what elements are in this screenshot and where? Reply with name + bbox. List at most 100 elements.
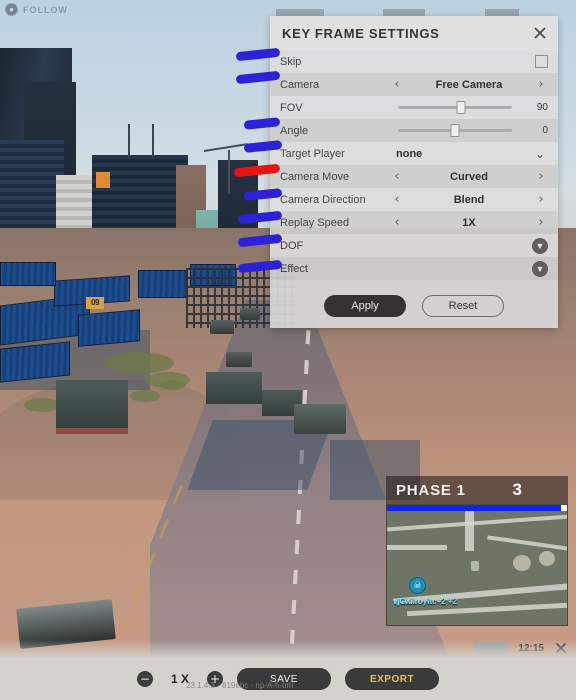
- chevron-right-icon[interactable]: ›: [534, 170, 548, 183]
- row-label: Effect: [280, 262, 308, 275]
- vehicle: [226, 352, 252, 367]
- phase-label: PHASE 1: [396, 481, 466, 499]
- row-label: Camera Move: [280, 170, 350, 183]
- solar-panel-array: [138, 270, 188, 298]
- phase-hud: PHASE 1 3: [386, 476, 568, 504]
- tab-placeholder: [276, 9, 324, 16]
- minimap-structure: [471, 561, 479, 571]
- camera-direction-value: Blend: [453, 193, 485, 206]
- chevron-right-icon[interactable]: ›: [534, 193, 548, 206]
- follow-label: FOLLOW: [23, 4, 68, 15]
- toolbar-fade: [0, 640, 576, 658]
- row-fov[interactable]: FOV 90: [270, 96, 558, 119]
- reset-button[interactable]: Reset: [422, 295, 504, 317]
- minimap-road: [487, 535, 567, 551]
- skip-checkbox[interactable]: [535, 55, 548, 68]
- angle-slider[interactable]: [398, 124, 512, 137]
- row-camera-direction[interactable]: Camera Direction ‹ Blend ›: [270, 188, 558, 211]
- row-camera[interactable]: Camera ‹ Free Camera ›: [270, 73, 558, 96]
- minimap-structure: [539, 551, 555, 566]
- foliage: [160, 380, 186, 390]
- chevron-right-icon[interactable]: ›: [534, 216, 548, 229]
- foliage: [24, 398, 60, 412]
- building-sign: [96, 172, 110, 188]
- row-label: FOV: [280, 101, 303, 114]
- row-label: Skip: [280, 55, 302, 68]
- minimap-structure: [513, 555, 531, 571]
- chevron-left-icon[interactable]: ‹: [390, 78, 404, 91]
- chevron-left-icon[interactable]: ‹: [390, 170, 404, 183]
- apply-button[interactable]: Apply: [324, 295, 406, 317]
- chevron-down-icon[interactable]: ⌄: [532, 147, 548, 161]
- skull-marker-icon[interactable]: ☠: [409, 577, 426, 594]
- tab-placeholder: [383, 9, 426, 16]
- minimap[interactable]: ☠ vjGkilroyitc+2 +2: [386, 504, 568, 626]
- row-target-player[interactable]: Target Player none ⌄: [270, 142, 558, 165]
- minimap-terrain: ☠ vjGkilroyitc+2 +2: [387, 511, 567, 625]
- vehicle: [240, 308, 260, 320]
- row-replay-speed[interactable]: Replay Speed ‹ 1X ›: [270, 211, 558, 234]
- solar-panel-array: [0, 262, 56, 286]
- dialog-footer: Apply Reset: [270, 284, 558, 328]
- structure-bunker: [56, 380, 128, 430]
- settings-rows: Skip Camera ‹ Free Camera › FOV 90 Angle…: [270, 50, 558, 284]
- row-label: Target Player: [280, 147, 345, 160]
- row-camera-move[interactable]: Camera Move ‹ Curved ›: [270, 165, 558, 188]
- person-follow-icon: ●: [5, 3, 18, 16]
- vehicle: [210, 320, 234, 334]
- structure-base: [56, 428, 128, 434]
- dialog-header: KEY FRAME SETTINGS: [270, 16, 558, 50]
- plus-circle-icon[interactable]: +: [207, 671, 223, 687]
- dof-expand-chevron-down-icon[interactable]: ▼: [532, 237, 548, 254]
- camera-move-value: Curved: [450, 170, 488, 183]
- tab-placeholder: [484, 9, 519, 16]
- zoom-value: 1 X: [170, 672, 189, 686]
- export-button[interactable]: EXPORT: [345, 668, 439, 690]
- row-dof[interactable]: DOF ▼: [270, 234, 558, 257]
- crane-mast: [228, 150, 230, 194]
- fov-value: 90: [536, 102, 548, 113]
- follow-hud: ● FOLLOW: [5, 3, 68, 16]
- row-label: Camera Direction: [280, 193, 366, 206]
- chevron-left-icon[interactable]: ‹: [390, 193, 404, 206]
- angle-slider-knob[interactable]: [450, 124, 460, 137]
- row-label: Angle: [280, 124, 309, 137]
- row-effect[interactable]: Effect ▼: [270, 257, 558, 280]
- close-icon[interactable]: [532, 25, 548, 41]
- row-label: Camera: [280, 78, 320, 91]
- save-button[interactable]: SAVE: [237, 668, 331, 690]
- phase-count: 3: [512, 480, 522, 499]
- row-angle[interactable]: Angle 0: [270, 119, 558, 142]
- foliage: [104, 352, 174, 374]
- minimap-road: [387, 545, 447, 550]
- version-watermark: 23.1.4.3 · 819ebc · np-A-h-om: [186, 681, 294, 690]
- minus-circle-icon[interactable]: −: [137, 671, 153, 687]
- bottom-toolbar: − 1 X + SAVE EXPORT 23.1.4.3 · 819ebc · …: [0, 658, 576, 700]
- structure-crate: [206, 372, 262, 404]
- replay-speed-value: 1X: [462, 216, 476, 229]
- chevron-right-icon[interactable]: ›: [534, 78, 548, 91]
- key-frame-settings-dialog: KEY FRAME SETTINGS Skip Camera ‹ Free Ca…: [270, 16, 558, 328]
- fov-slider-knob[interactable]: [456, 101, 466, 114]
- antenna-icon: [128, 124, 130, 158]
- solar-panel-array: [78, 309, 140, 347]
- row-skip[interactable]: Skip: [270, 50, 558, 73]
- row-label: DOF: [280, 239, 304, 252]
- target-player-value: none: [396, 147, 423, 160]
- background-tab-bar: [272, 0, 576, 16]
- app-screen: 09 ● FOLLOW KEY FRAME SETTINGS Skip Came…: [0, 0, 576, 700]
- row-label: Replay Speed: [280, 216, 350, 229]
- minimap-road: [387, 514, 567, 532]
- camera-value: Free Camera: [435, 78, 503, 91]
- vehicle: [294, 404, 346, 434]
- minimap-road: [465, 511, 474, 551]
- minimap-player-name: vjGkilroyitc+2 +2: [393, 597, 458, 606]
- chevron-left-icon[interactable]: ‹: [390, 216, 404, 229]
- fov-slider[interactable]: [398, 101, 512, 114]
- building-marker-label: 09: [86, 297, 104, 309]
- foliage: [130, 390, 160, 402]
- antenna-icon: [152, 124, 154, 158]
- effect-expand-chevron-down-icon[interactable]: ▼: [532, 260, 548, 277]
- angle-value: 0: [542, 125, 548, 136]
- dialog-title: KEY FRAME SETTINGS: [282, 25, 440, 41]
